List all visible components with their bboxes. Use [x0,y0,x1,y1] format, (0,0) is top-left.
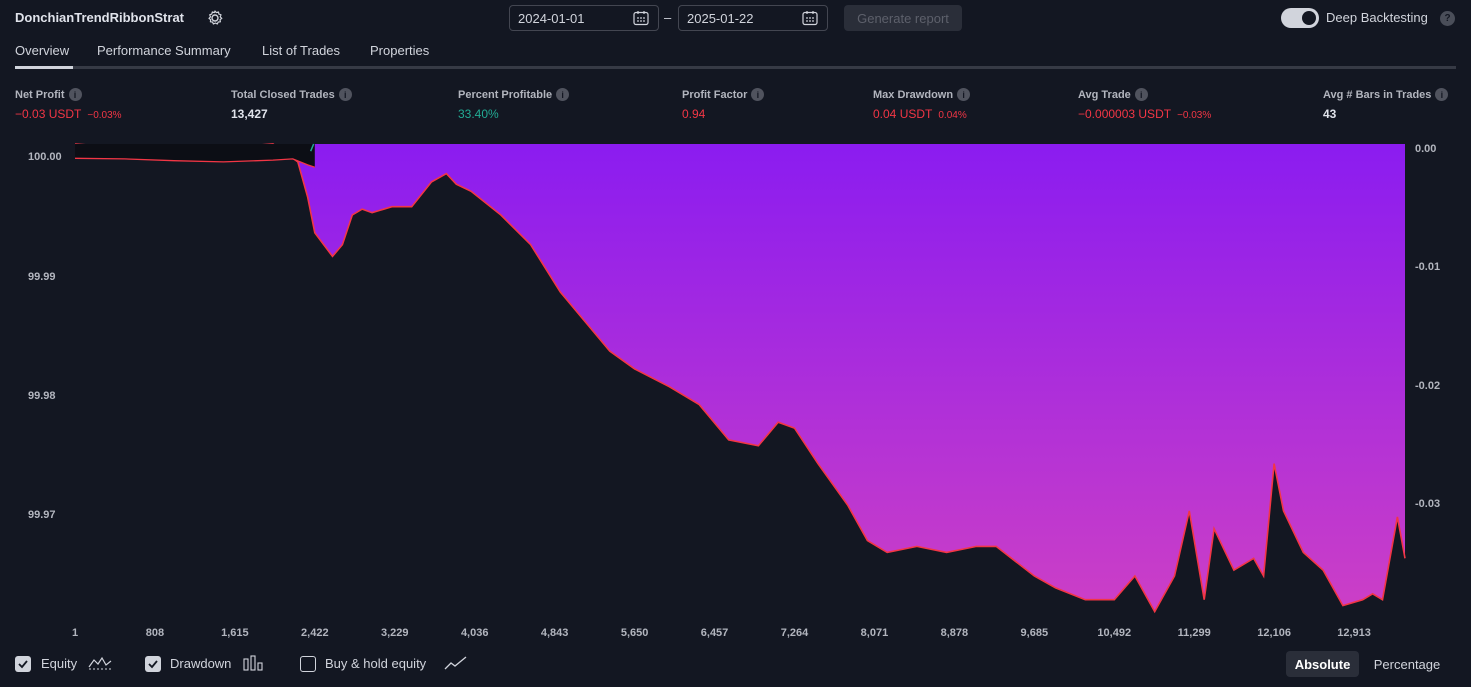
metric-value-main: 13,427 [231,107,268,121]
metric-label-text: Net Profit [15,88,65,101]
generate-report-button[interactable]: Generate report [844,5,962,31]
metric-value: −0.000003 USDT −0.03% [1078,107,1211,121]
x-axis-tick: 1 [71,627,79,639]
buy-hold-checkbox[interactable] [300,656,316,672]
info-icon[interactable]: i [68,88,82,101]
metric-value-percent: −0.03% [87,110,122,121]
metric-label: Avg Trade i [1078,88,1148,101]
end-date-value: 2025-01-22 [687,10,754,26]
metric-value: 0.94 [682,107,705,121]
metric-value-main: 33.40% [458,107,499,121]
x-axis-tick: 1,615 [221,627,249,639]
x-axis-tick: 5,650 [620,627,649,639]
calendar-icon[interactable] [632,9,650,27]
equity-line-icon [88,656,112,670]
tab-overview[interactable]: Overview [15,43,69,58]
date-range-separator: – [664,10,672,25]
x-axis-tick: 808 [145,627,165,639]
metric-label-text: Max Drawdown [873,88,954,101]
equity-axis-tick: 99.97 [28,509,56,522]
trend-line-icon [444,656,467,670]
toggle-knob [1302,11,1316,25]
x-axis-tick: 8,878 [940,627,969,639]
metric-value-percent: −0.03% [1177,110,1212,121]
metric-label: Avg # Bars in Trades i [1323,88,1449,101]
equity-axis-tick: 99.99 [28,270,56,283]
metric-value: 0.04 USDT 0.04% [873,107,967,121]
x-axis-tick: 10,492 [1097,627,1132,639]
buy-hold-legend-label: Buy & hold equity [325,656,427,671]
metric-value-percent: 0.04% [938,110,967,121]
metric-label-text: Avg # Bars in Trades [1323,88,1432,101]
x-axis-tick: 12,913 [1337,627,1371,639]
drawdown-axis-tick: 0.00 [1415,143,1437,155]
metric-value: −0.03 USDT −0.03% [15,107,122,121]
start-date-value: 2024-01-01 [518,10,585,26]
tab-performance-summary[interactable]: Performance Summary [97,43,231,58]
metric-label-text: Avg Trade [1078,88,1131,101]
info-icon[interactable]: i [751,88,765,101]
info-icon[interactable]: i [957,88,971,101]
tabs-divider [15,66,1456,69]
bar-chart-icon [243,655,263,671]
drawdown-area [75,144,1405,612]
metric-label: Max Drawdown i [873,88,971,101]
x-axis-tick: 3,229 [381,627,409,639]
drawdown-legend-label: Drawdown [170,656,232,671]
check-icon [18,660,28,669]
percentage-button[interactable]: Percentage [1364,651,1450,677]
metric-label-text: Profit Factor [682,88,748,101]
equity-checkbox[interactable] [15,656,31,672]
x-axis-tick: 9,685 [1020,627,1049,639]
drawdown-axis-tick: -0.01 [1415,261,1441,274]
x-axis-tick: 11,299 [1177,627,1211,639]
metric-value: 43 [1323,107,1336,121]
metric-label: Profit Factor i [682,88,765,101]
info-icon[interactable]: i [1134,88,1148,101]
active-tab-indicator [15,66,73,69]
x-axis-tick: 4,036 [460,627,489,639]
metric-label-text: Total Closed Trades [231,88,335,101]
drawdown-checkbox[interactable] [145,656,161,672]
metric-value: 33.40% [458,107,499,121]
x-axis-tick: 4,843 [540,627,569,639]
deep-backtesting-label: Deep Backtesting [1326,10,1428,25]
metric-label: Percent Profitable i [458,88,570,101]
x-axis-tick: 8,071 [860,627,889,639]
calendar-icon[interactable] [801,9,819,27]
metric-value: 13,427 [231,107,268,121]
equity-legend-label: Equity [41,656,78,671]
start-date-input[interactable]: 2024-01-01 [509,5,659,31]
metric-value-main: 43 [1323,107,1337,121]
equity-area [75,144,315,168]
equity-axis-tick: 99.98 [28,389,56,402]
metric-label: Total Closed Trades i [231,88,352,101]
x-axis-tick: 7,264 [780,627,809,639]
info-icon[interactable]: i [338,88,352,101]
metric-value-main: −0.03 USDT [15,107,82,121]
x-axis-tick: 12,106 [1257,627,1291,639]
metric-value-main: 0.94 [682,107,706,121]
tab-list-of-trades[interactable]: List of Trades [262,43,340,58]
absolute-button[interactable]: Absolute [1286,651,1359,677]
tab-properties[interactable]: Properties [370,43,429,58]
equity-drawdown-chart[interactable] [0,138,1471,628]
info-icon[interactable]: i [1435,88,1449,101]
deep-backtesting-toggle[interactable] [1281,8,1319,28]
strategy-title: DonchianTrendRibbonStrat [15,10,184,25]
equity-axis-tick: 100.00 [28,151,62,164]
end-date-input[interactable]: 2025-01-22 [678,5,828,31]
x-axis-tick: 6,457 [700,627,729,639]
help-icon[interactable]: ? [1440,11,1455,26]
metric-label: Net Profit i [15,88,82,101]
drawdown-axis-tick: -0.03 [1415,498,1441,511]
drawdown-axis-tick: -0.02 [1415,379,1441,392]
metric-label-text: Percent Profitable [458,88,553,101]
metric-value-main: 0.04 USDT [873,107,933,121]
metric-value-main: −0.000003 USDT [1078,107,1172,121]
check-icon [148,660,158,669]
gear-icon[interactable] [206,9,224,27]
info-icon[interactable]: i [556,88,570,101]
x-axis-tick: 2,422 [301,627,329,639]
